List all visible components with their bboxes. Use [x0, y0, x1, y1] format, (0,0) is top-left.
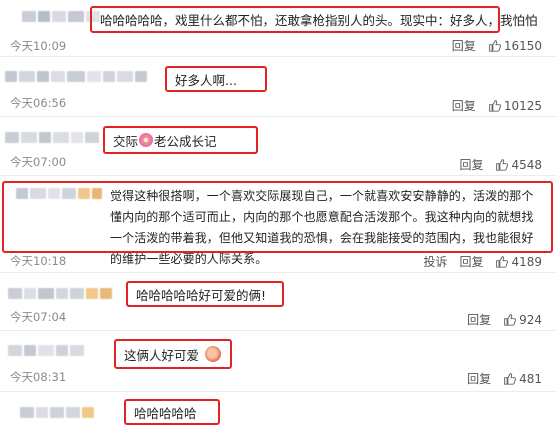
- report-button[interactable]: 投诉: [423, 253, 447, 270]
- comment-text: 觉得这种很搭啊，一个喜欢交际展现自己，一个就喜欢安安静静的，活泼的那个懂内向的那…: [2, 181, 553, 266]
- reply-button[interactable]: 回复: [452, 37, 476, 54]
- comment-actions: 回复 16150: [452, 37, 542, 54]
- comment-text: 交际 老公成长记: [103, 126, 258, 154]
- like-count: 4548: [511, 157, 542, 172]
- like-count: 4189: [511, 254, 542, 269]
- like-button[interactable]: 4548: [495, 158, 542, 172]
- username-blurred: [8, 286, 112, 300]
- username-blurred: [20, 405, 94, 419]
- blush-face-icon: [205, 346, 221, 362]
- username-blurred: [5, 130, 99, 144]
- username-blurred: [16, 186, 102, 200]
- comment-actions: 回复 4548: [459, 156, 542, 173]
- comment-actions: 回复 10125: [452, 97, 542, 114]
- comment-text: 这俩人好可爱: [114, 339, 232, 369]
- like-button[interactable]: 10125: [488, 99, 542, 113]
- reply-button[interactable]: 回复: [467, 370, 491, 387]
- comment-item: 觉得这种很搭啊，一个喜欢交际展现自己，一个就喜欢安安静静的，活泼的那个懂内向的那…: [0, 175, 556, 273]
- comment-actions: 投诉 回复 4189: [423, 253, 542, 270]
- comment-text: 哈哈哈哈哈，戏里什么都不怕，还敢拿枪指别人的头。现实中：好多人，我怕怕: [90, 6, 538, 33]
- comment-text: 哈哈哈哈哈好可爱的俩!: [126, 281, 284, 307]
- like-count: 481: [519, 371, 542, 386]
- username-blurred: [5, 69, 147, 83]
- like-count: 924: [519, 312, 542, 327]
- thumbs-up-icon: [496, 159, 509, 171]
- username-blurred: [8, 343, 84, 357]
- comment-text: 哈哈哈哈哈: [124, 399, 220, 425]
- comment-item: 哈哈哈哈哈: [0, 392, 556, 425]
- like-button[interactable]: 924: [503, 313, 542, 327]
- like-count: 10125: [503, 98, 542, 113]
- comment-time: 今天10:09: [10, 39, 67, 53]
- thumbs-up-icon: [488, 100, 501, 112]
- comment-time: 今天06:56: [10, 96, 67, 110]
- reply-button[interactable]: 回复: [459, 156, 483, 173]
- like-count: 16150: [503, 38, 542, 53]
- thumbs-up-icon: [504, 373, 517, 385]
- comment-item: 哈哈哈哈哈，戏里什么都不怕，还敢拿枪指别人的头。现实中：好多人，我怕怕 今天10…: [0, 0, 556, 57]
- comment-item: 这俩人好可爱 今天08:31 回复 481: [0, 331, 556, 392]
- comment-item: 哈哈哈哈哈好可爱的俩! 今天07:04 回复 924: [0, 273, 556, 331]
- like-button[interactable]: 481: [503, 372, 542, 386]
- comment-time: 今天10:18: [10, 254, 67, 268]
- comment-item: 交际 老公成长记 今天07:00 回复 4548: [0, 117, 556, 176]
- thumbs-up-icon: [496, 256, 509, 268]
- like-button[interactable]: 4189: [495, 255, 542, 269]
- comment-actions: 回复 481: [467, 370, 542, 387]
- reply-button[interactable]: 回复: [467, 311, 491, 328]
- comment-time: 今天07:00: [10, 155, 67, 169]
- reply-button[interactable]: 回复: [459, 253, 483, 270]
- thumbs-up-icon: [504, 314, 517, 326]
- thumbs-up-icon: [488, 40, 501, 52]
- flower-icon: [139, 133, 154, 147]
- comment-time: 今天07:04: [10, 310, 67, 324]
- comment-actions: 回复 924: [467, 311, 542, 328]
- comment-text: 好多人啊...: [165, 66, 267, 92]
- comment-item: 好多人啊... 今天06:56 回复 10125: [0, 57, 556, 117]
- username-blurred: [22, 9, 100, 23]
- comment-time: 今天08:31: [10, 370, 67, 384]
- reply-button[interactable]: 回复: [452, 97, 476, 114]
- like-button[interactable]: 16150: [488, 39, 542, 53]
